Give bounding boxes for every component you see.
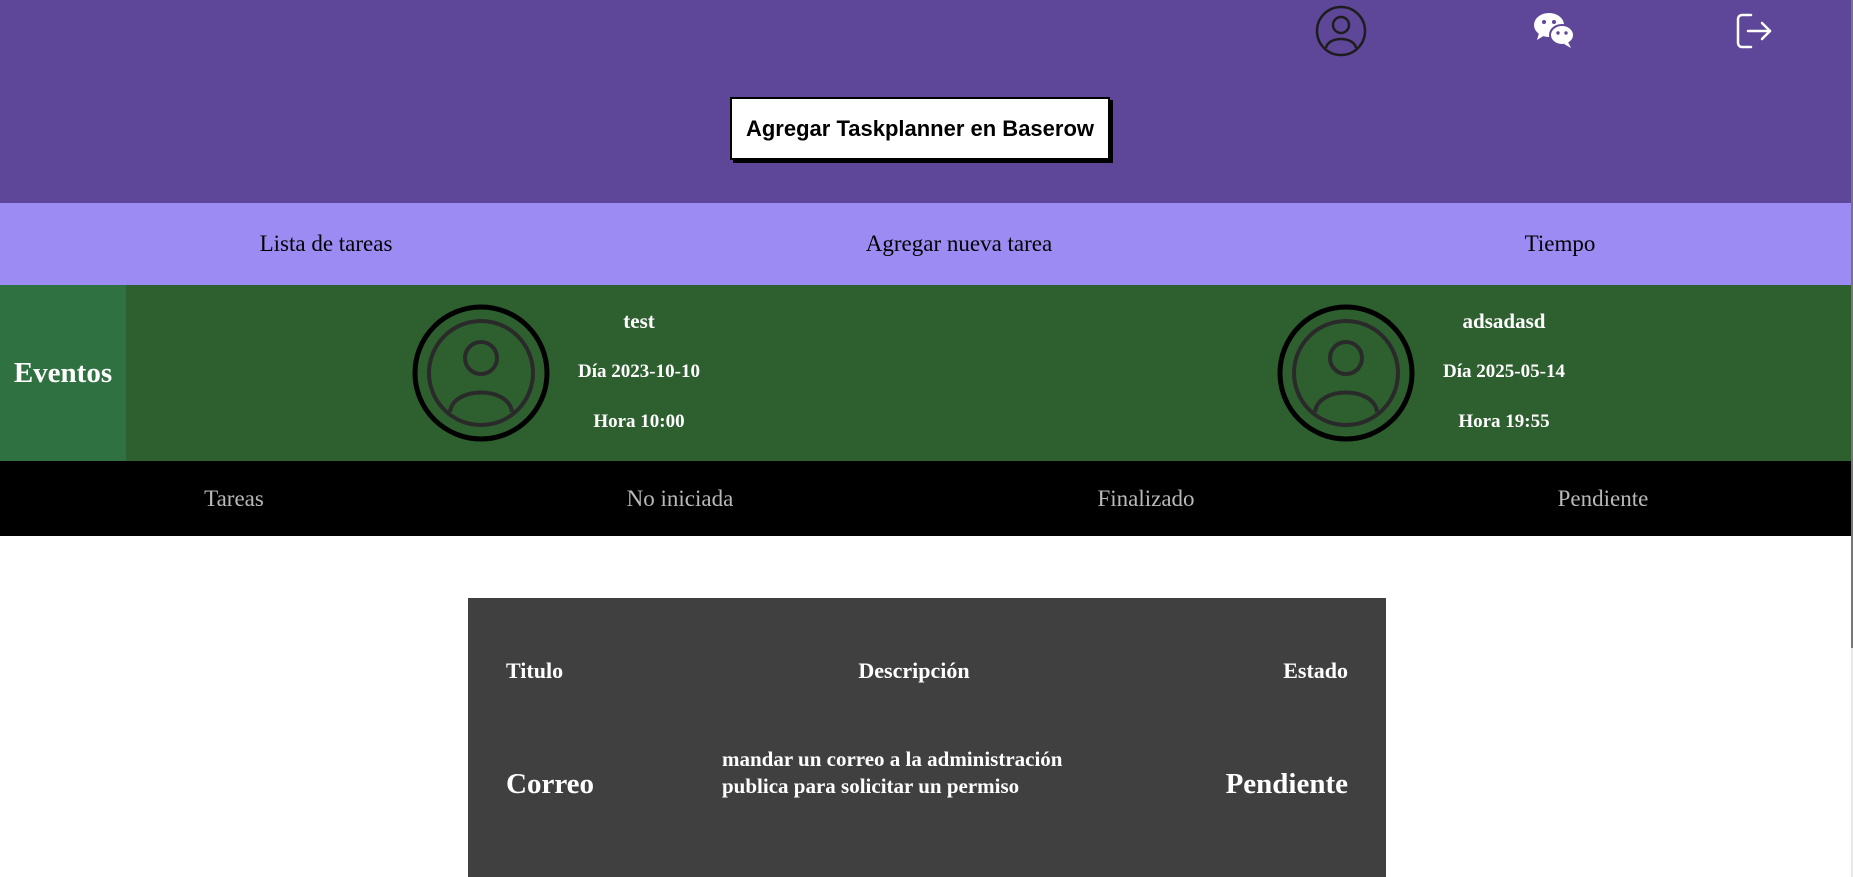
add-taskplanner-button[interactable]: Agregar Taskplanner en Baserow [730,97,1110,160]
main-nav: Lista de tareas Agregar nueva tarea Tiem… [0,203,1851,285]
tab-tasks[interactable]: Tareas [134,461,334,536]
event-title: test [623,309,655,333]
event-time: Hora 19:55 [1458,411,1550,432]
status-tabs: Tareas No iniciada Finalizado Pendiente [0,461,1851,536]
event-day: Día 2025-05-14 [1443,361,1565,382]
logout-button[interactable] [1733,10,1775,52]
tab-pending[interactable]: Pendiente [1503,461,1703,536]
column-header-status: Estado [1283,658,1348,683]
user-circle-icon [1315,5,1367,57]
tab-not-started[interactable]: No iniciada [580,461,780,536]
task-description: mandar un correo a la administración pub… [722,747,1063,798]
events-label: Eventos [0,285,126,461]
nav-item-time[interactable]: Tiempo [1420,203,1700,285]
event-time: Hora 10:00 [593,411,685,432]
event-title: adsadasd [1462,309,1546,333]
task-table: Titulo Descripción Estado Correo mandar … [468,598,1386,877]
nav-item-task-list[interactable]: Lista de tareas [186,203,466,285]
main-content: Agregar Taskplanner en Baserow Lista de … [0,0,1851,877]
wechat-icon [1534,13,1575,48]
column-header-description: Descripción [858,658,970,683]
taskplanner-page: Agregar Taskplanner en Baserow Lista de … [0,0,1853,877]
column-header-title: Titulo [506,658,564,683]
events-panel: Eventos test Día 2023-10-10 Hora 10:00 a… [0,285,1851,461]
nav-item-add-task[interactable]: Agregar nueva tarea [819,203,1099,285]
task-status: Pendiente [1225,768,1348,800]
tab-finished[interactable]: Finalizado [1046,461,1246,536]
chat-button[interactable] [1533,10,1575,50]
logout-icon [1736,13,1772,49]
top-header: Agregar Taskplanner en Baserow [0,0,1851,203]
user-circle-icon [412,304,550,442]
task-title: Correo [506,768,595,800]
user-circle-icon [1277,304,1415,442]
profile-button[interactable] [1315,5,1367,57]
event-day: Día 2023-10-10 [578,361,700,382]
